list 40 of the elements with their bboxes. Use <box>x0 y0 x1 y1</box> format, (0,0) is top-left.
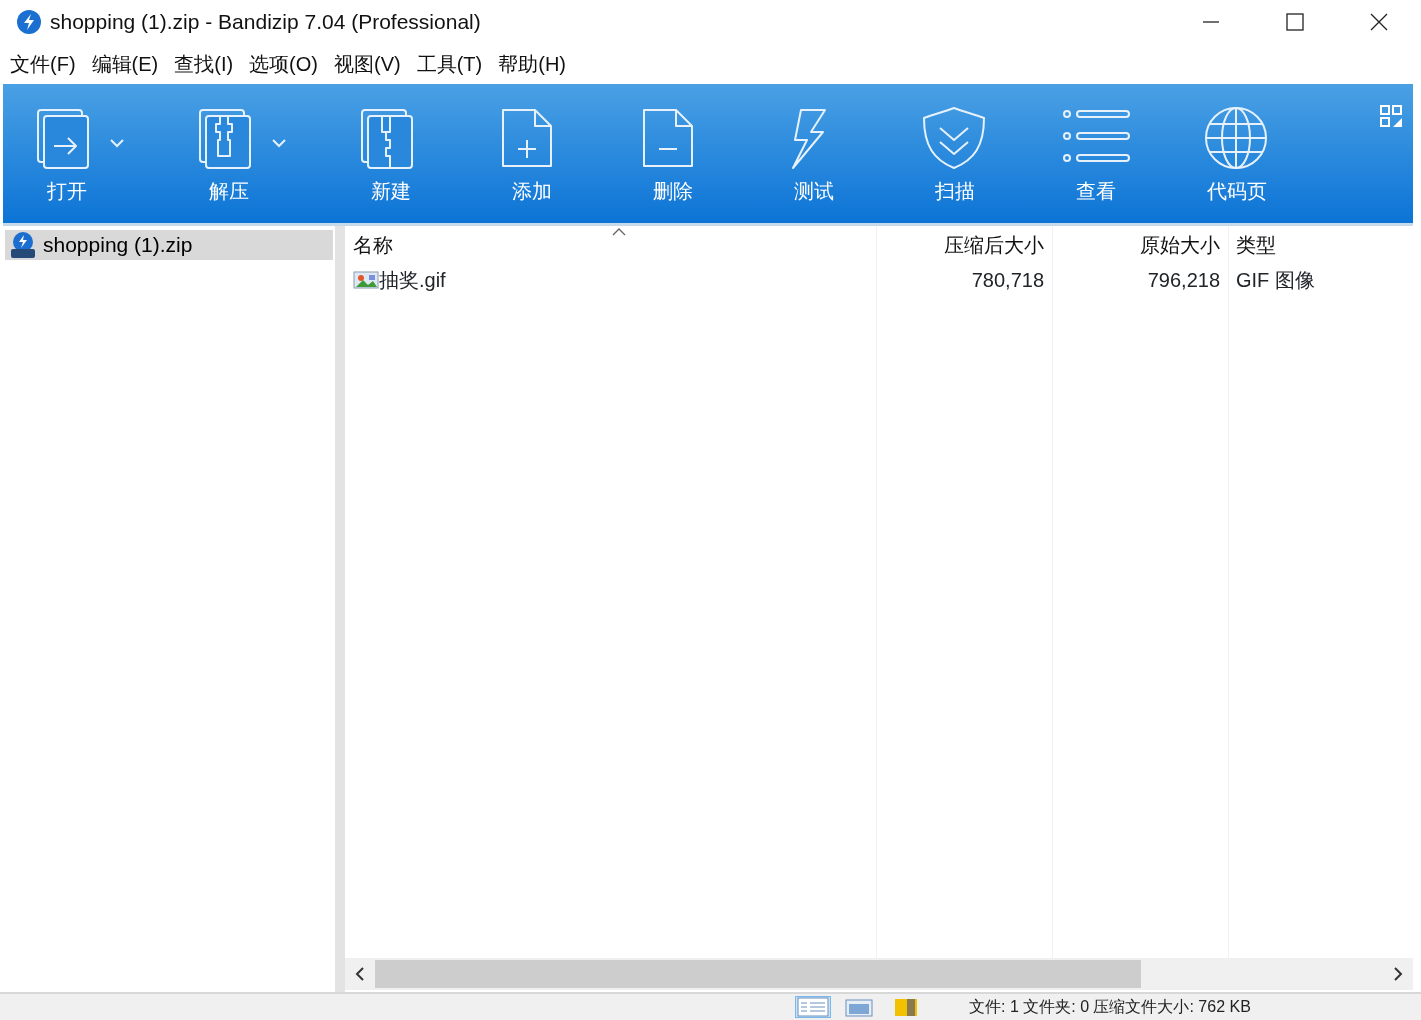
image-file-icon <box>353 271 379 289</box>
tree-item[interactable]: shopping (1).zip <box>5 230 333 260</box>
toolbar-button[interactable]: 测试 <box>772 84 856 207</box>
toolbar-button[interactable]: 删除 <box>631 84 715 207</box>
column-header[interactable]: 名称 <box>345 226 876 264</box>
app-logo-icon <box>16 9 42 35</box>
table-cell: 抽奖.gif <box>345 264 876 296</box>
menu-item[interactable]: 编辑(E) <box>85 47 165 81</box>
status-text: 文件: 1 文件夹: 0 压缩文件大小: 762 KB <box>969 997 1251 1017</box>
menu-item[interactable]: 查找(I) <box>168 47 240 81</box>
menu-item[interactable]: 视图(V) <box>328 47 407 81</box>
menu-item[interactable]: 文件(F) <box>4 47 82 81</box>
window-title: shopping (1).zip - Bandizip 7.04 (Professional) <box>50 9 482 36</box>
folder-icon <box>893 997 919 1017</box>
toolbar-button[interactable]: 扫描 <box>913 84 997 207</box>
menu-item[interactable]: 选项(O) <box>243 47 324 81</box>
chevron-right-icon <box>1393 967 1403 981</box>
table-cell-text: GIF 图像 <box>1235 268 1316 293</box>
table-cell-text: 796,218 <box>1146 268 1221 293</box>
chevron-left-icon <box>355 967 365 981</box>
layout-grid-icon <box>1379 104 1403 128</box>
table-cell-text: 780,718 <box>970 268 1045 293</box>
close-icon <box>1369 12 1389 32</box>
toolbar-button[interactable]: 打开 <box>25 84 109 207</box>
toolbar-button[interactable]: 查看 <box>1054 84 1138 207</box>
toolbar-button[interactable]: 新建 <box>349 84 433 207</box>
minimize-icon <box>1203 21 1219 23</box>
maximize-icon <box>1285 12 1305 32</box>
column-header[interactable]: 压缩后大小 <box>876 226 1052 264</box>
column-header[interactable]: 类型 <box>1228 226 1413 264</box>
toolbar-button[interactable]: 解压 <box>187 84 271 207</box>
menu-item[interactable]: 工具(T) <box>410 47 489 81</box>
sort-ascending-icon <box>612 228 626 236</box>
toolbar-button[interactable]: 添加 <box>490 84 574 207</box>
zip-archive-icon <box>9 231 37 259</box>
view-toggle-button[interactable] <box>795 996 831 1018</box>
scrollbar-thumb[interactable] <box>375 960 1142 988</box>
menu-item[interactable]: 帮助(H) <box>492 47 572 81</box>
toolbar-button[interactable]: 代码页 <box>1195 84 1279 207</box>
column-header[interactable]: 原始大小 <box>1052 226 1228 264</box>
